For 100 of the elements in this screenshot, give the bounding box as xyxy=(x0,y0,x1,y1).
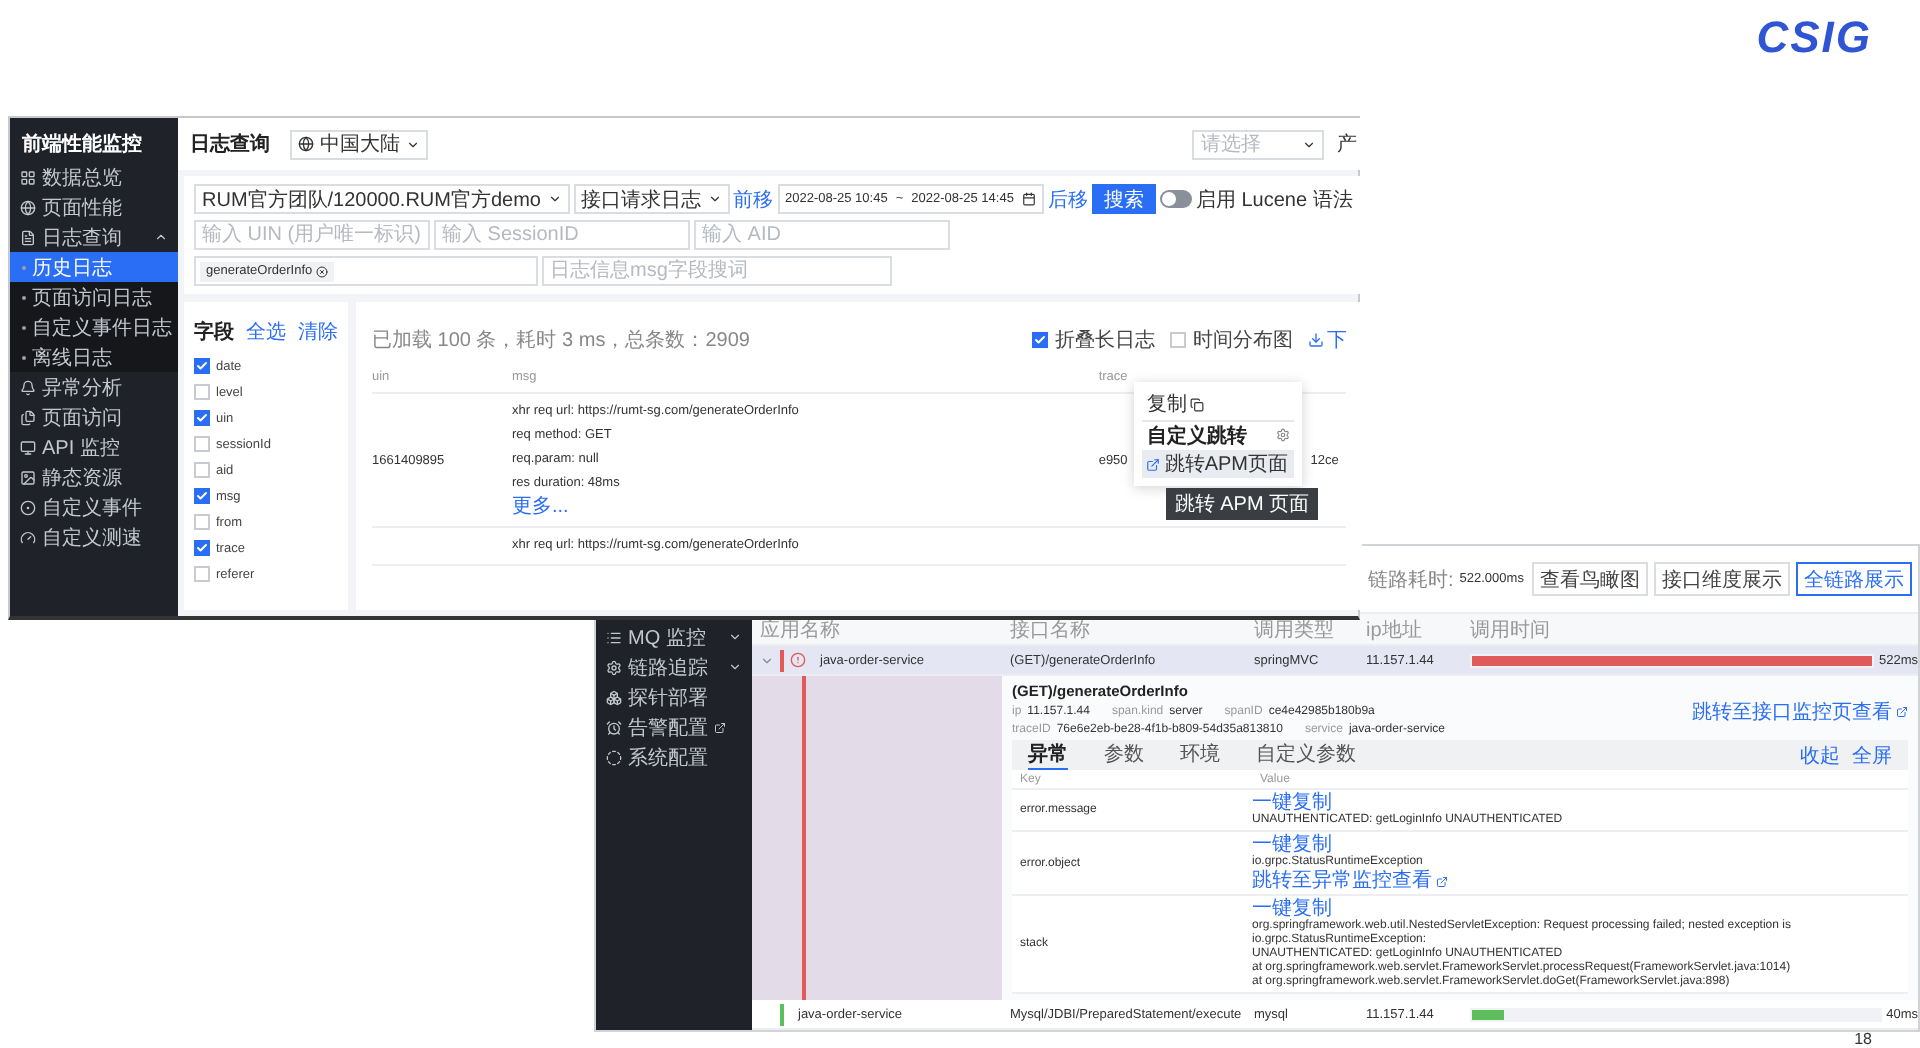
gauge-icon xyxy=(20,529,36,545)
nav-item[interactable]: 链路追踪 xyxy=(596,652,752,682)
download-icon xyxy=(1308,332,1325,348)
app-title: 前端性能监控 xyxy=(20,131,144,160)
nav-subitem[interactable]: 历史日志 xyxy=(10,252,178,282)
fullscreen-link[interactable]: 全屏 xyxy=(1852,741,1892,769)
checkbox[interactable] xyxy=(194,514,210,530)
monitor-icon xyxy=(20,439,36,455)
remove-icon[interactable] xyxy=(316,265,329,277)
nav-item[interactable]: 探针部署 xyxy=(596,682,752,712)
monitor-link[interactable]: 跳转至接口监控页查看 xyxy=(1692,697,1908,725)
checkbox[interactable] xyxy=(1032,332,1049,348)
field-label: 产 xyxy=(1336,131,1357,158)
checkbox[interactable] xyxy=(194,384,210,400)
toggle-switch[interactable] xyxy=(1159,190,1192,208)
caret-icon[interactable] xyxy=(728,660,742,674)
globe-icon xyxy=(298,136,314,152)
column-header: 调用类型 xyxy=(1252,617,1336,643)
checkbox[interactable] xyxy=(194,436,210,452)
dashed-circle-icon xyxy=(606,749,622,765)
checkbox[interactable] xyxy=(194,358,210,374)
nav-item[interactable]: MQ 监控 xyxy=(596,622,752,652)
duration-label: 链路耗时: xyxy=(1368,567,1454,593)
result-summary: 已加载 100 条，耗时 3 ms，总条数：2909 xyxy=(372,327,750,354)
checkbox[interactable] xyxy=(194,566,210,582)
nav-subitem[interactable]: 自定义事件日志 xyxy=(10,312,178,342)
checkbox[interactable] xyxy=(194,488,210,504)
nav-subitem[interactable]: 离线日志 xyxy=(10,342,178,372)
tab[interactable]: 参数 xyxy=(1104,741,1144,769)
prev-link[interactable]: 前移 xyxy=(733,185,773,213)
column-header: 应用名称 xyxy=(758,617,842,643)
tab[interactable]: 自定义参数 xyxy=(1256,741,1356,769)
region-select[interactable]: 中国大陆 xyxy=(290,129,428,159)
search-button[interactable]: 搜索 xyxy=(1091,184,1156,214)
checkbox[interactable] xyxy=(194,410,210,426)
external-link-icon xyxy=(1436,875,1448,887)
checkbox[interactable] xyxy=(194,540,210,556)
nav-item[interactable]: 日志查询 xyxy=(10,222,178,252)
globe-icon xyxy=(20,199,36,215)
nav-item[interactable]: 页面访问 xyxy=(10,402,178,432)
clear-link[interactable]: 清除 xyxy=(298,318,338,346)
view-button[interactable]: 接口维度展示 xyxy=(1654,562,1790,596)
list-icon xyxy=(606,629,622,645)
page-number: 18 xyxy=(1854,1030,1872,1048)
image-icon xyxy=(20,469,36,485)
panel-title: 字段 xyxy=(194,318,234,346)
project-select[interactable]: RUM官方团队/120000.RUM官方demo xyxy=(194,184,569,214)
input-field[interactable]: 输入 SessionID xyxy=(434,220,690,250)
next-link[interactable]: 后移 xyxy=(1047,185,1088,213)
toggle-label: 启用 Lucene 语法 xyxy=(1195,187,1353,213)
exception-monitor-link[interactable]: 跳转至异常监控查看 xyxy=(1252,870,1448,892)
nav-subitem[interactable]: 页面访问日志 xyxy=(10,282,178,312)
menu-item[interactable]: 跳转APM页面 xyxy=(1142,450,1295,478)
input-field[interactable]: 日志信息msg字段搜词 xyxy=(542,256,892,286)
more-link[interactable]: 更多... xyxy=(512,496,1099,520)
nav-item[interactable]: API 监控 xyxy=(10,432,178,462)
copy-link[interactable]: 一键复制 xyxy=(1252,792,1332,814)
column-header: ip地址 xyxy=(1364,617,1424,643)
alarm-clock-icon xyxy=(606,719,622,735)
column-header: 调用时间 xyxy=(1468,617,1552,643)
nav-item[interactable]: 静态资源 xyxy=(10,462,178,492)
download-link[interactable]: 下 xyxy=(1308,326,1347,354)
boxes-icon xyxy=(606,689,622,705)
caret-icon xyxy=(1302,137,1317,151)
tab[interactable]: 环境 xyxy=(1180,741,1220,769)
nav-item[interactable]: 异常分析 xyxy=(10,372,178,402)
checkbox[interactable] xyxy=(1170,332,1187,348)
document-icon xyxy=(20,229,36,245)
collapse-link[interactable]: 收起 xyxy=(1800,741,1840,769)
settings-icon[interactable] xyxy=(1276,428,1291,442)
input-field[interactable]: 输入 UIN (用户唯一标识) xyxy=(194,220,430,250)
nav-item[interactable]: 自定义测速 xyxy=(10,522,178,552)
view-button[interactable]: 查看鸟瞰图 xyxy=(1532,562,1648,596)
nav-item[interactable]: 数据总览 xyxy=(10,162,178,192)
column-header: 接口名称 xyxy=(1008,617,1092,643)
checkbox-label: 时间分布图 xyxy=(1192,327,1293,354)
nav-item[interactable]: 系统配置 xyxy=(596,742,752,772)
caret-icon[interactable] xyxy=(728,630,742,644)
select-all-link[interactable]: 全选 xyxy=(246,318,286,346)
caret-icon[interactable] xyxy=(154,230,168,244)
log-type-select[interactable]: 接口请求日志 xyxy=(573,184,729,214)
logo: CSIG xyxy=(1756,12,1872,64)
checkbox-label: 折叠长日志 xyxy=(1054,327,1155,354)
input-field[interactable]: 输入 AID xyxy=(694,220,950,250)
copy-link[interactable]: 一键复制 xyxy=(1252,898,1332,920)
circle-dot-icon xyxy=(20,499,36,515)
bell-icon xyxy=(20,379,36,395)
copy-menu-item[interactable]: 复制 xyxy=(1142,390,1295,418)
tooltip: 跳转 APM 页面 xyxy=(1166,488,1318,520)
nav-item[interactable]: 告警配置 xyxy=(596,712,752,742)
menu-section-title: 自定义跳转 xyxy=(1146,422,1247,449)
view-button[interactable]: 全链路展示 xyxy=(1796,562,1912,596)
copy-link[interactable]: 一键复制 xyxy=(1252,834,1332,856)
nav-item[interactable]: 页面性能 xyxy=(10,192,178,222)
nav-item[interactable]: 自定义事件 xyxy=(10,492,178,522)
checkbox[interactable] xyxy=(194,462,210,478)
page-title: 日志查询 xyxy=(190,131,270,158)
copy-icon xyxy=(1190,397,1205,411)
files-icon xyxy=(20,409,36,425)
caret-icon xyxy=(406,137,420,151)
